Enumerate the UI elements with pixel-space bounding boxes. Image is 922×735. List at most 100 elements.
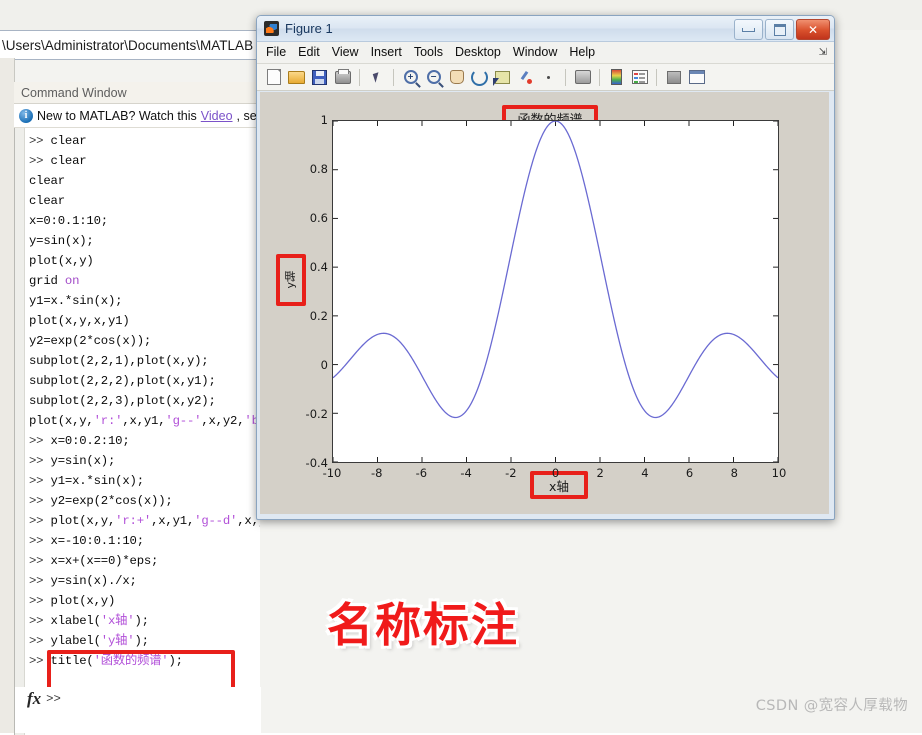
show-plot-tools-icon	[688, 70, 705, 84]
matlab-figure-icon	[264, 21, 279, 36]
x-tick-label: 0	[551, 466, 560, 480]
command-line: y2=exp(2*cos(x));	[29, 334, 152, 348]
zoom-out-button[interactable]: −	[423, 67, 444, 88]
menu-tools[interactable]: Tools	[408, 42, 449, 63]
rotate-3d-icon	[471, 68, 488, 86]
command-prompt-row[interactable]: fx >>	[14, 687, 261, 733]
figure-window[interactable]: Figure 1 ✕ File Edit View Insert Tools Deskto…	[256, 15, 835, 520]
plot-axes	[332, 120, 779, 463]
x-tick-label: 2	[596, 466, 604, 480]
command-line: >> clear	[29, 134, 87, 148]
legend-button[interactable]	[629, 67, 650, 88]
menu-edit[interactable]: Edit	[292, 42, 326, 63]
toolbar-separator	[656, 68, 657, 86]
command-window-panel: Command Window i New to MATLAB? Watch th…	[14, 82, 261, 735]
menu-desktop[interactable]: Desktop	[449, 42, 507, 63]
command-line: >> xlabel('x轴');	[29, 614, 149, 628]
menu-help[interactable]: Help	[563, 42, 601, 63]
open-file-button[interactable]	[286, 67, 307, 88]
x-tick-label: -10	[322, 466, 342, 480]
infobar-suffix: , se	[236, 108, 257, 123]
maximize-icon	[773, 23, 786, 36]
plus-glyph: +	[407, 72, 414, 81]
command-window-body[interactable]: >> clear >> clear clear clear x=0:0.1:10; y=s…	[14, 128, 260, 735]
maximize-button[interactable]	[765, 19, 794, 40]
edit-plot-pointer-button[interactable]	[366, 67, 387, 88]
link-plot-button[interactable]	[572, 67, 593, 88]
x-tick-label: 6	[685, 466, 694, 480]
x-tick-label: -6	[415, 466, 428, 480]
path-text: \Users\Administrator\Documents\MATLAB	[2, 37, 254, 53]
show-plot-tools-button[interactable]	[686, 67, 707, 88]
x-tick-label: -2	[505, 466, 517, 480]
y-tick-label: 0	[320, 358, 328, 372]
open-file-icon	[288, 70, 305, 84]
command-line: >> x=-10:0.1:10;	[29, 534, 144, 548]
new-figure-button[interactable]	[263, 67, 284, 88]
minimize-button[interactable]	[734, 19, 763, 40]
colorbar-icon	[611, 69, 622, 85]
y-tick-label: 0.6	[309, 211, 328, 225]
toolbar-separator	[599, 68, 600, 86]
figure-title-bar[interactable]: Figure 1 ✕	[257, 16, 834, 42]
command-line: >> x=x+(x==0)*eps;	[29, 554, 159, 568]
edit-plot-pointer-icon	[372, 71, 381, 83]
command-line: >> title('函数的频谱');	[29, 654, 183, 668]
toolbar-separator	[359, 68, 360, 86]
hide-plot-tools-button[interactable]	[663, 67, 684, 88]
menu-view[interactable]: View	[326, 42, 365, 63]
pan-hand-button[interactable]	[446, 67, 467, 88]
figure-menu-bar: File Edit View Insert Tools Desktop Window Help…	[257, 42, 834, 64]
pan-hand-icon	[449, 70, 464, 84]
x-tick-label: -8	[370, 466, 383, 480]
menu-insert[interactable]: Insert	[365, 42, 408, 63]
rotate-3d-button[interactable]	[469, 67, 490, 88]
brush-dropdown-button[interactable]	[538, 67, 559, 88]
name-annotation-text: 名称标注	[327, 598, 519, 652]
x-tick-label: -4	[460, 466, 472, 480]
csdn-watermark: CSDN @宽容人厚载物	[755, 698, 908, 714]
menu-file[interactable]: File	[257, 42, 292, 63]
figure-window-title: Figure 1	[285, 21, 333, 36]
command-line: grid on	[29, 274, 80, 288]
zoom-out-icon: −	[426, 70, 441, 84]
legend-icon	[631, 70, 648, 84]
toolbar-separator	[393, 68, 394, 86]
brush-data-button[interactable]	[515, 67, 536, 88]
command-history-lines: >> clear >> clear clear clear x=0:0.1:10; y=s…	[29, 131, 260, 671]
save-figure-icon	[312, 69, 327, 85]
figure-canvas: 函数的频谱 y轴 x轴 -0.4-0.200.20.40.60.81-10-8-…	[260, 92, 829, 514]
data-cursor-button[interactable]	[492, 67, 513, 88]
command-line: clear	[29, 194, 65, 208]
command-line: subplot(2,2,2),plot(x,y1);	[29, 374, 216, 388]
command-line: >> y=sin(x);	[29, 454, 116, 468]
command-window-gutter	[15, 128, 25, 735]
minimize-icon	[742, 27, 755, 32]
new-to-matlab-infobar[interactable]: i New to MATLAB? Watch this Video , se	[14, 104, 260, 128]
menu-expander-icon[interactable]: ⇲	[819, 47, 827, 58]
colorbar-button[interactable]	[606, 67, 627, 88]
command-line: plot(x,y)	[29, 254, 94, 268]
command-line: >> clear	[29, 154, 87, 168]
command-line: clear	[29, 174, 65, 188]
new-figure-icon	[266, 69, 281, 85]
hide-plot-tools-icon	[666, 70, 681, 84]
data-cursor-icon	[493, 70, 510, 86]
save-figure-button[interactable]	[309, 67, 330, 88]
y-tick-label: 1	[320, 113, 328, 127]
print-figure-button[interactable]	[332, 67, 353, 88]
command-line: >> ylabel('y轴');	[29, 634, 149, 648]
fx-icon[interactable]: fx	[15, 689, 46, 709]
command-line: plot(x,y,'r:',x,y1,'g--',x,y2,'b-.o')	[29, 414, 260, 428]
zoom-in-icon: +	[403, 70, 418, 84]
menu-window[interactable]: Window	[507, 42, 563, 63]
minus-glyph: −	[430, 72, 437, 81]
close-button[interactable]: ✕	[796, 19, 830, 40]
command-line: subplot(2,2,1),plot(x,y);	[29, 354, 209, 368]
window-controls: ✕	[734, 19, 830, 40]
brush-dropdown-icon	[547, 75, 550, 79]
x-tick-label: 10	[771, 466, 787, 480]
video-link[interactable]: Video	[201, 109, 233, 123]
zoom-in-button[interactable]: +	[400, 67, 421, 88]
y-tick-label: 0.8	[309, 162, 328, 176]
